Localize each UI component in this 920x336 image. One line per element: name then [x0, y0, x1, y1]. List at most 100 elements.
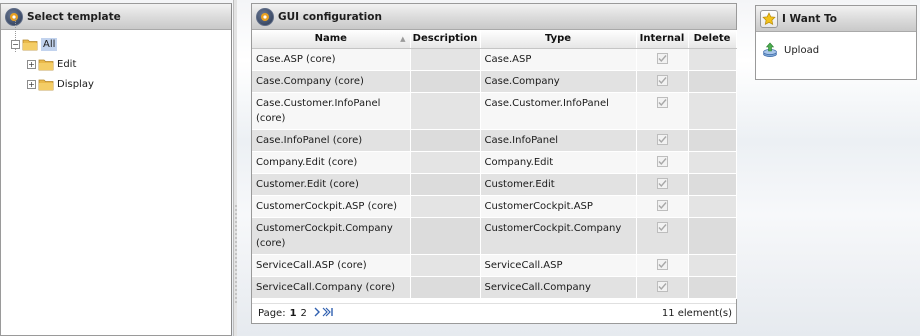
row-internal-cell [636, 254, 689, 277]
folder-open-icon [22, 38, 38, 51]
pager-label: Page: [258, 308, 286, 319]
row-name-cell[interactable]: Case.Customer.InfoPanel (core) [252, 92, 411, 130]
table-row[interactable]: ServiceCall.ASP (core) ServiceCall.ASP [252, 254, 737, 277]
table-row[interactable]: ServiceCall.Company (core) ServiceCall.Co… [252, 276, 737, 299]
internal-checkbox [656, 199, 668, 211]
row-description-cell [410, 195, 481, 218]
row-description-cell [410, 129, 481, 152]
row-internal-cell [636, 70, 689, 93]
row-internal-cell [636, 129, 689, 152]
next-page-icon[interactable] [313, 307, 335, 320]
i-want-to-header: I Want To [756, 6, 916, 32]
table-row[interactable]: Case.Customer.InfoPanel (core) Case.Custo… [252, 92, 737, 130]
row-delete-cell[interactable] [688, 195, 737, 218]
tree-item-label[interactable]: Edit [57, 59, 76, 70]
internal-checkbox [656, 280, 668, 292]
row-type-cell: Company.Edit [480, 151, 637, 174]
table-row[interactable]: Case.InfoPanel (core) Case.InfoPanel [252, 129, 737, 152]
internal-checkbox [656, 221, 668, 233]
upload-icon[interactable] [762, 42, 778, 58]
row-type-cell: Case.Company [480, 70, 637, 93]
row-delete-cell[interactable] [688, 151, 737, 174]
row-delete-cell[interactable] [688, 173, 737, 196]
table-header-row: Name ▲ Description Type Internal Delete [252, 30, 737, 49]
table-row[interactable]: CustomerCockpit.Company (core) CustomerCo… [252, 217, 737, 255]
row-type-cell: ServiceCall.ASP [480, 254, 637, 277]
tree-item-edit[interactable]: + Edit [11, 54, 231, 74]
internal-checkbox [656, 258, 668, 270]
row-name-cell[interactable]: Case.Company (core) [252, 70, 411, 93]
star-icon [760, 9, 778, 28]
row-name-cell[interactable]: ServiceCall.ASP (core) [252, 254, 411, 277]
configuration-table: Name ▲ Description Type Internal Delete C… [252, 30, 737, 299]
template-tree: − All + Edit + Display [1, 18, 231, 94]
row-delete-cell[interactable] [688, 276, 737, 299]
row-description-cell [410, 48, 481, 71]
table-row[interactable]: Case.Company (core) Case.Company [252, 70, 737, 93]
select-template-panel: Select template − All + Edit + Display [0, 3, 232, 336]
row-name-cell[interactable]: ServiceCall.Company (core) [252, 276, 411, 299]
i-want-to-title: I Want To [782, 12, 837, 25]
splitter-grip-icon[interactable] [235, 204, 237, 304]
column-header-internal[interactable]: Internal [636, 30, 689, 49]
table-row[interactable]: Customer.Edit (core) Customer.Edit [252, 173, 737, 196]
row-delete-cell[interactable] [688, 254, 737, 277]
row-internal-cell [636, 173, 689, 196]
upload-action[interactable]: Upload [756, 32, 916, 58]
column-header-delete[interactable]: Delete [688, 30, 737, 49]
row-name-cell[interactable]: CustomerCockpit.Company (core) [252, 217, 411, 255]
row-name-cell[interactable]: Case.ASP (core) [252, 48, 411, 71]
expand-icon[interactable]: + [27, 79, 36, 89]
row-name-cell[interactable]: Case.InfoPanel (core) [252, 129, 411, 152]
column-header-type[interactable]: Type [480, 30, 637, 49]
row-internal-cell [636, 276, 689, 299]
row-delete-cell[interactable] [688, 129, 737, 152]
table-row[interactable]: Company.Edit (core) Company.Edit [252, 151, 737, 174]
sort-ascending-icon[interactable]: ▲ [400, 35, 405, 43]
tree-item-label[interactable]: All [41, 37, 58, 51]
row-name-cell[interactable]: Customer.Edit (core) [252, 173, 411, 196]
row-type-cell: Customer.Edit [480, 173, 637, 196]
row-name-cell[interactable]: Company.Edit (core) [252, 151, 411, 174]
internal-checkbox [656, 96, 668, 108]
row-internal-cell [636, 48, 689, 71]
row-delete-cell[interactable] [688, 217, 737, 255]
expand-icon[interactable]: + [27, 59, 36, 69]
row-delete-cell[interactable] [688, 48, 737, 71]
internal-checkbox [656, 177, 668, 189]
row-description-cell [410, 92, 481, 130]
row-type-cell: ServiceCall.Company [480, 276, 637, 299]
row-type-cell: Case.InfoPanel [480, 129, 637, 152]
page-link-1[interactable]: 1 [290, 308, 297, 319]
folder-icon [38, 58, 54, 71]
tree-item-all[interactable]: − All [11, 34, 231, 54]
panel-splitter[interactable] [233, 0, 237, 336]
gui-configuration-panel: GUI configuration Name ▲ Description Type… [251, 3, 737, 324]
app-logo-icon [256, 7, 274, 26]
table-row[interactable]: CustomerCockpit.ASP (core) CustomerCockpi… [252, 195, 737, 218]
row-delete-cell[interactable] [688, 92, 737, 130]
tree-item-label[interactable]: Display [57, 79, 94, 90]
row-type-cell: CustomerCockpit.Company [480, 217, 637, 255]
gui-configuration-title: GUI configuration [278, 10, 382, 23]
row-internal-cell [636, 195, 689, 218]
row-description-cell [410, 276, 481, 299]
column-header-name[interactable]: Name ▲ [252, 30, 411, 49]
table-row[interactable]: Case.ASP (core) Case.ASP [252, 48, 737, 71]
row-internal-cell [636, 92, 689, 130]
upload-label[interactable]: Upload [784, 45, 819, 56]
row-delete-cell[interactable] [688, 70, 737, 93]
collapse-icon[interactable]: − [11, 39, 20, 49]
column-header-description[interactable]: Description [410, 30, 481, 49]
tree-item-display[interactable]: + Display [11, 74, 231, 94]
row-name-cell[interactable]: CustomerCockpit.ASP (core) [252, 195, 411, 218]
row-description-cell [410, 217, 481, 255]
row-type-cell: CustomerCockpit.ASP [480, 195, 637, 218]
gui-configuration-header: GUI configuration [252, 4, 736, 30]
select-template-header: Select template [1, 4, 231, 30]
page-link-2[interactable]: 2 [301, 308, 307, 319]
internal-checkbox [656, 74, 668, 86]
select-template-title: Select template [27, 10, 121, 23]
internal-checkbox [656, 155, 668, 167]
folder-icon [38, 78, 54, 91]
